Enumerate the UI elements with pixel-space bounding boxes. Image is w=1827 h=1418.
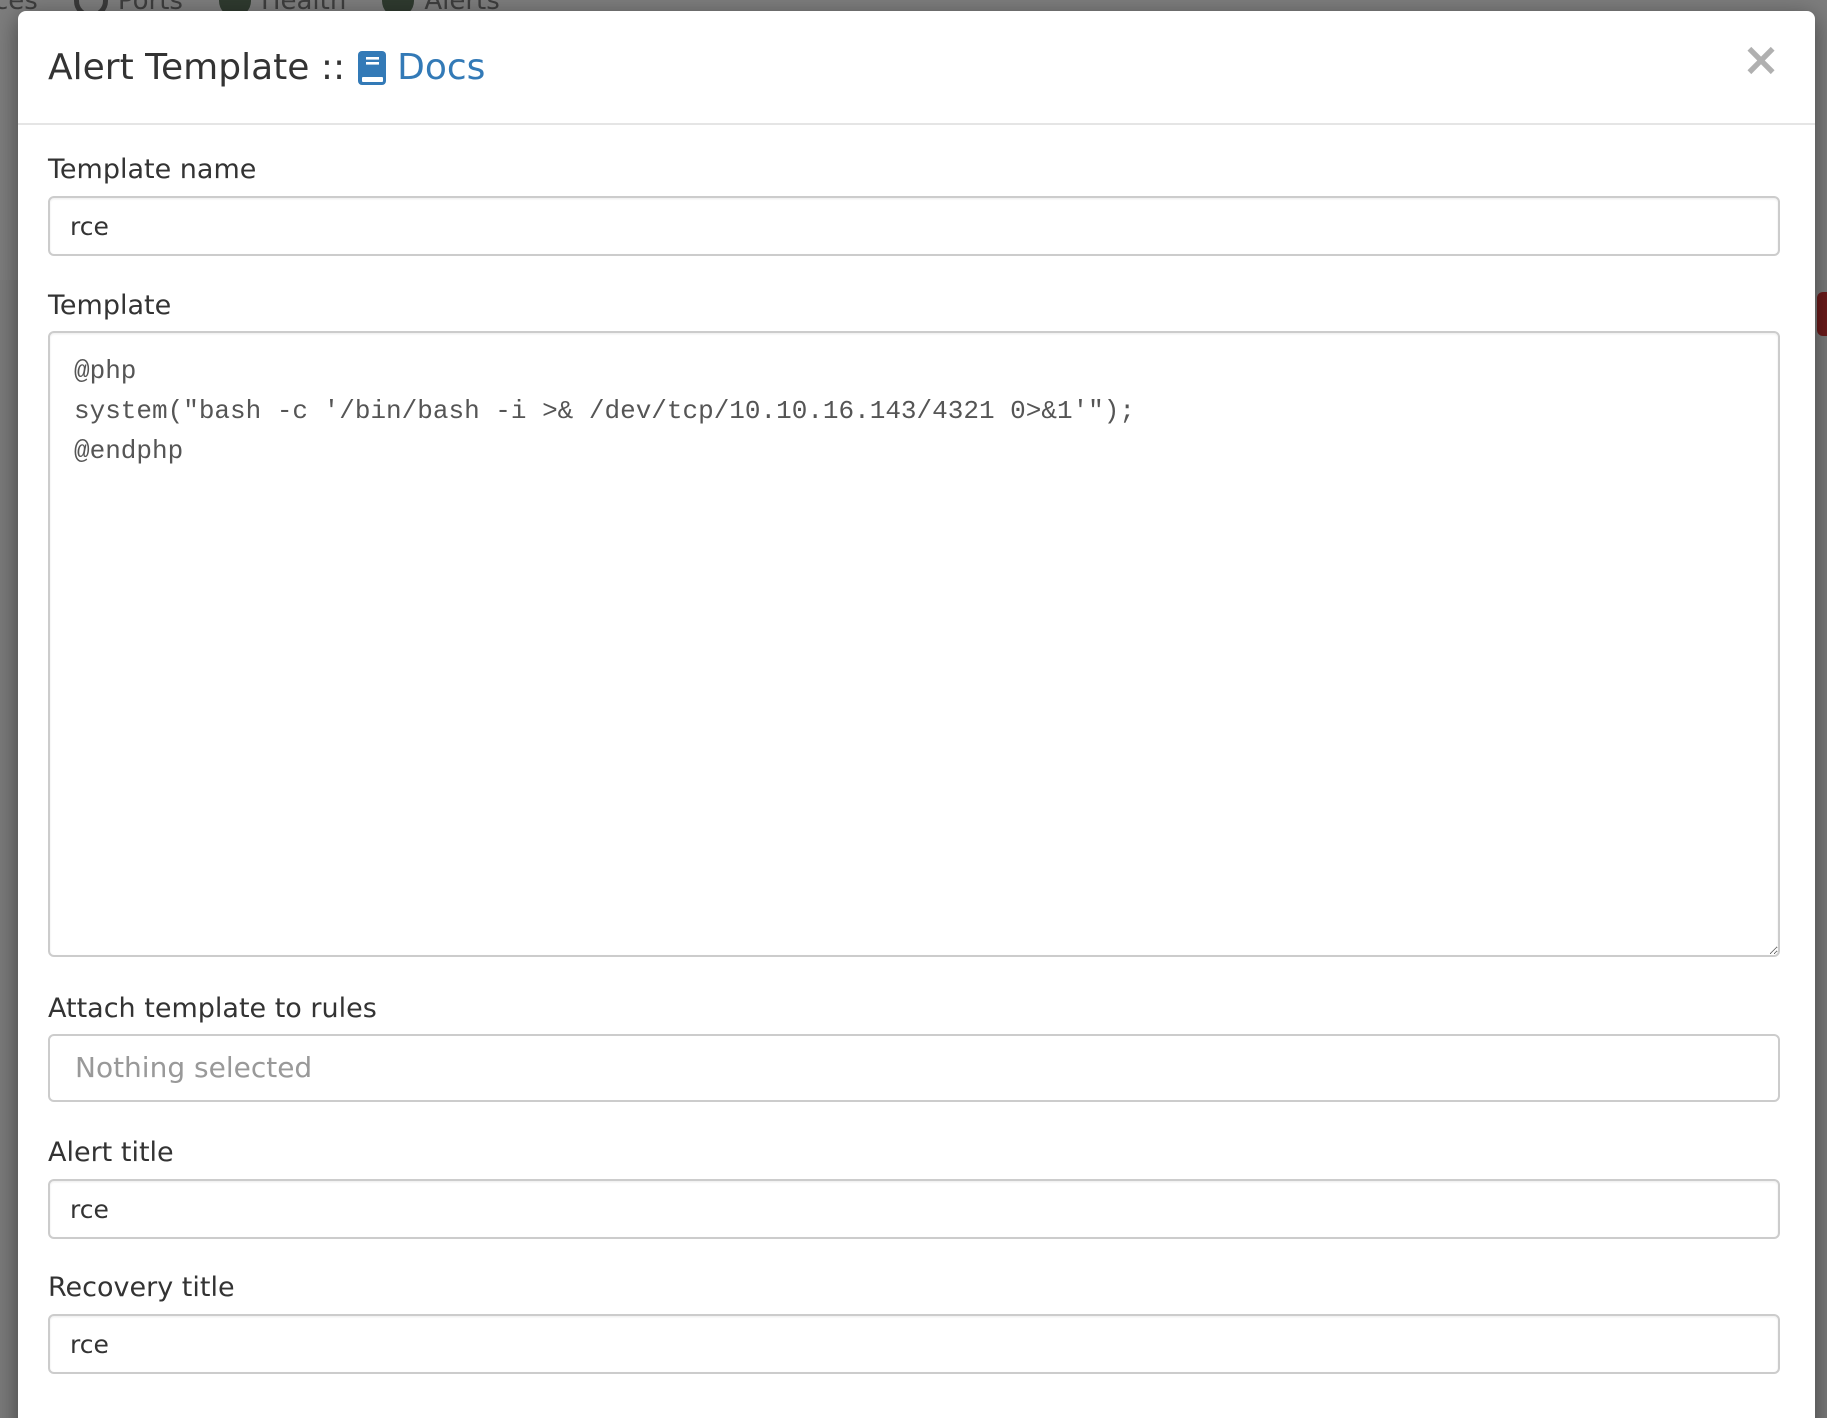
book-icon [358, 50, 387, 85]
template-group: Template @php system("bash -c '/bin/bash… [48, 256, 1785, 961]
attach-rules-placeholder: Nothing selected [75, 1051, 313, 1084]
alert-title-label: Alert title [48, 1137, 174, 1168]
close-button[interactable]: × [1739, 36, 1783, 82]
docs-link[interactable]: Docs [357, 47, 485, 88]
attach-rules-label: Attach template to rules [48, 993, 377, 1024]
recovery-title-label: Recovery title [48, 1272, 235, 1303]
background-badge [1817, 292, 1827, 336]
template-textarea[interactable]: @php system("bash -c '/bin/bash -i >& /d… [48, 331, 1780, 957]
modal-title: Alert Template :: Docs [48, 47, 485, 88]
attach-rules-select[interactable]: Nothing selected [48, 1034, 1780, 1102]
modal-title-text: Alert Template :: [48, 47, 346, 88]
recovery-title-input[interactable] [48, 1314, 1780, 1374]
template-label: Template [48, 290, 172, 321]
docs-link-label: Docs [397, 47, 486, 88]
modal-body: Template name Template @php system("bash… [18, 125, 1815, 1374]
template-name-input[interactable] [48, 196, 1780, 256]
alert-title-input[interactable] [48, 1179, 1780, 1239]
alert-template-modal: Alert Template :: Docs × Template name T… [18, 11, 1815, 1418]
template-name-group: Template name [48, 125, 1785, 256]
template-name-label: Template name [48, 154, 257, 185]
recovery-title-group: Recovery title [48, 1239, 1785, 1374]
attach-rules-group: Attach template to rules Nothing selecte… [48, 961, 1785, 1102]
alert-title-group: Alert title [48, 1102, 1785, 1239]
modal-header: Alert Template :: Docs × [18, 11, 1815, 125]
